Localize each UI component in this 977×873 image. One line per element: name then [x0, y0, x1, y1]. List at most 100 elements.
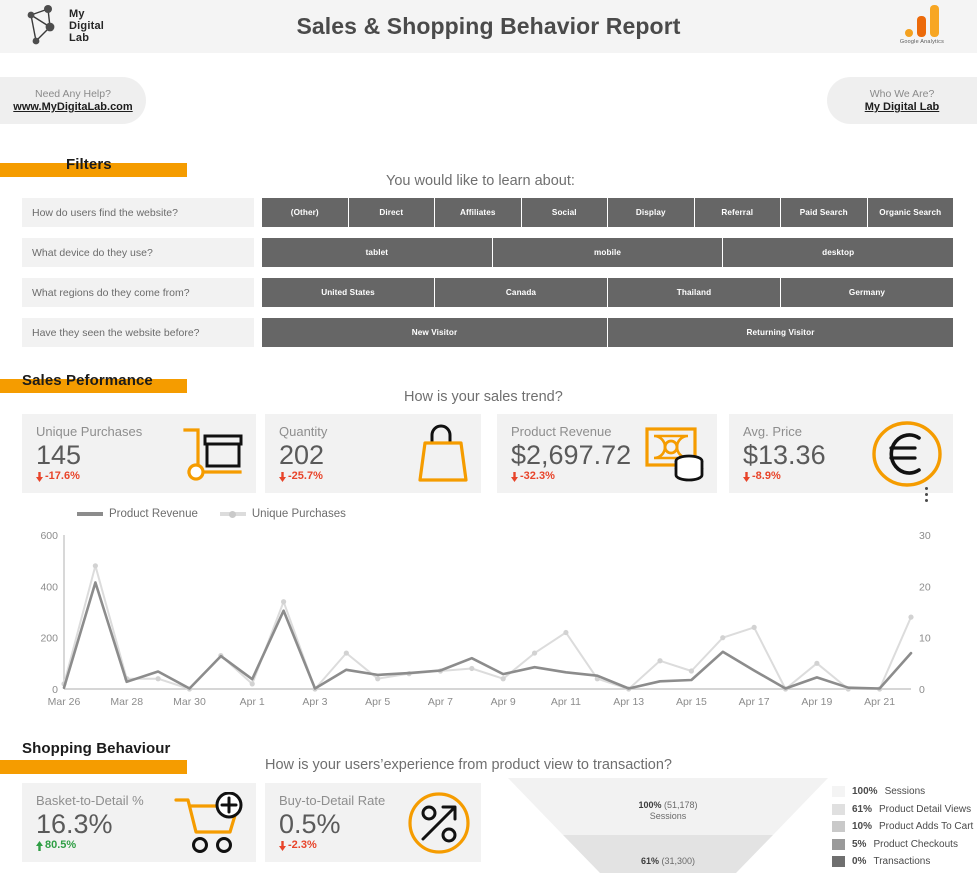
filter-option-button[interactable]: Germany: [781, 278, 953, 307]
legend-item-unique-purchases[interactable]: Unique Purchases: [219, 508, 346, 520]
need-help-link[interactable]: www.MyDigitaLab.com: [13, 101, 132, 113]
filter-row: How do users find the website? (Other) Dir…: [22, 198, 953, 227]
filter-option-button[interactable]: Thailand: [608, 278, 780, 307]
filter-option-button[interactable]: Referral: [694, 198, 780, 227]
conversion-funnel-chart[interactable]: 100% (51,178) Sessions 61% (31,300): [508, 778, 828, 873]
filter-options: New Visitor Returning Visitor: [262, 318, 953, 347]
filter-option-button[interactable]: Social: [521, 198, 607, 227]
sales-section-title: Sales Peformance: [22, 372, 153, 389]
filter-option-button[interactable]: desktop: [723, 238, 954, 267]
chart-data-point: [249, 681, 255, 687]
who-we-are-link[interactable]: My Digital Lab: [865, 101, 940, 113]
kpi-delta: -2.3%: [279, 839, 385, 852]
need-help-title: Need Any Help?: [35, 88, 111, 100]
filter-option-button[interactable]: Returning Visitor: [608, 318, 953, 347]
funnel-legend-swatch: [832, 838, 845, 850]
funnel-legend-item[interactable]: 61% Product Detail Views: [832, 803, 973, 815]
kpi-card-unique-purchases[interactable]: Unique Purchases 145 -17.6%: [22, 414, 256, 493]
chart-data-point: [375, 676, 381, 682]
chart-data-point: [688, 668, 695, 674]
kpi-card-buy-to-detail[interactable]: Buy-to-Detail Rate 0.5% -2.3%: [265, 783, 481, 862]
legend-label: Product Revenue: [109, 508, 198, 520]
filter-option-button[interactable]: Organic Search: [867, 198, 953, 227]
kpi-card-quantity[interactable]: Quantity 202 -25.7%: [265, 414, 481, 493]
analytics-logo-label: Google Analytics: [899, 39, 945, 45]
filter-question-label: What device do they use?: [22, 238, 254, 267]
filter-row: Have they seen the website before? New Vi…: [22, 318, 953, 347]
funnel-legend-item[interactable]: 5% Product Checkouts: [832, 838, 973, 850]
funnel-stage-2-label: 61% (31,300): [640, 856, 696, 866]
filter-option-button[interactable]: United States: [262, 278, 434, 307]
filter-option-button[interactable]: mobile: [492, 238, 723, 267]
x-axis-tick: Apr 7: [428, 696, 453, 708]
filter-option-button[interactable]: tablet: [262, 238, 492, 267]
kpi-delta: -17.6%: [36, 470, 142, 483]
x-axis-tick: Mar 30: [173, 696, 206, 708]
filter-option-button[interactable]: Paid Search: [781, 198, 867, 227]
filters-section-question: You would like to learn about:: [386, 173, 575, 189]
kpi-card-avg-price[interactable]: Avg. Price $13.36 -8.9%: [729, 414, 953, 493]
x-axis-tick: Apr 1: [240, 696, 265, 708]
kpi-title: Basket-to-Detail %: [36, 792, 144, 808]
funnel-stage-2: [563, 835, 773, 873]
y-axis-left-tick: 0: [52, 684, 58, 696]
filter-option-button[interactable]: Direct: [348, 198, 434, 227]
who-we-are-pill[interactable]: Who We Are? My Digital Lab: [827, 77, 977, 124]
sales-section-question: How is your sales trend?: [404, 389, 563, 405]
report-page: My Digital Lab Sales & Shopping Behavior…: [0, 0, 977, 873]
filter-option-button[interactable]: Display: [608, 198, 694, 227]
funnel-legend-item[interactable]: 0% Transactions: [832, 856, 973, 867]
filter-option-button[interactable]: Canada: [435, 278, 607, 307]
y-axis-right-tick: 20: [919, 581, 931, 593]
x-axis-tick: Apr 3: [302, 696, 327, 708]
need-help-pill[interactable]: Need Any Help? www.MyDigitaLab.com: [0, 77, 146, 124]
legend-swatch: [77, 512, 103, 516]
x-axis-tick: Apr 17: [739, 696, 770, 708]
kpi-card-basket-to-detail[interactable]: Basket-to-Detail % 16.3% 80.5%: [22, 783, 256, 862]
x-axis-tick: Apr 13: [613, 696, 644, 708]
trolley-box-icon: [183, 427, 243, 481]
funnel-legend-item[interactable]: 100% Sessions: [832, 786, 973, 797]
kpi-text-block: Quantity 202 -25.7%: [279, 424, 327, 484]
filter-option-button[interactable]: Affiliates: [435, 198, 521, 227]
filter-options: (Other) Direct Affiliates Social Display Refe…: [262, 198, 953, 227]
chart-data-point: [531, 650, 538, 656]
legend-item-product-revenue[interactable]: Product Revenue: [77, 508, 198, 520]
chart-plot-area: 0 200 400 600 0 10 20 30 Mar 26 Mar 28 Mar 30 Apr 1…: [40, 530, 931, 708]
filter-option-button[interactable]: New Visitor: [262, 318, 607, 347]
funnel-stage-1-label: 100% (51,178) Sessions: [638, 800, 698, 822]
chart-data-point: [563, 629, 569, 636]
kpi-text-block: Basket-to-Detail % 16.3% 80.5%: [36, 793, 144, 853]
funnel-legend-pct: 61%: [852, 803, 873, 815]
kpi-card-product-revenue[interactable]: Product Revenue $2,697.72 -32.3%: [497, 414, 717, 493]
funnel-legend-item[interactable]: 10% Product Adds To Cart: [832, 821, 973, 832]
filter-question-label: How do users find the website?: [22, 198, 254, 227]
kpi-delta: -25.7%: [279, 470, 327, 483]
sales-trend-chart[interactable]: Product Revenue Unique Purchases 0 200 400…: [22, 508, 953, 715]
chart-data-point: [908, 614, 914, 620]
filter-options: tablet mobile desktop: [262, 238, 954, 267]
y-axis-right-tick: 10: [919, 633, 931, 645]
who-we-are-title: Who We Are?: [869, 88, 935, 100]
card-menu-button[interactable]: [925, 487, 928, 502]
funnel-legend-pct: 0%: [852, 856, 867, 867]
shopping-bag-icon: [418, 424, 468, 482]
chart-data-point: [500, 676, 506, 682]
chart-series-line: [63, 564, 912, 690]
kpi-value: 202: [279, 439, 325, 470]
kpi-delta: -8.9%: [743, 470, 826, 483]
kpi-text-block: Product Revenue $2,697.72 -32.3%: [511, 424, 631, 484]
filter-options: United States Canada Thailand Germany: [262, 278, 953, 307]
filter-question-label: What regions do they come from?: [22, 278, 254, 307]
filter-option-button[interactable]: (Other): [262, 198, 348, 227]
kpi-delta: 80.5%: [36, 839, 144, 852]
funnel-legend-label: Product Detail Views: [879, 803, 972, 815]
legend-swatch: [219, 510, 246, 518]
funnel-legend-label: Sessions: [884, 786, 926, 797]
kpi-text-block: Unique Purchases 145 -17.6%: [36, 424, 142, 484]
x-axis-tick: Apr 9: [491, 696, 516, 708]
chart-data-point: [814, 660, 820, 666]
funnel-legend-swatch: [832, 856, 845, 867]
filters-section-title: Filters: [66, 156, 112, 173]
funnel-legend-swatch: [832, 821, 845, 832]
